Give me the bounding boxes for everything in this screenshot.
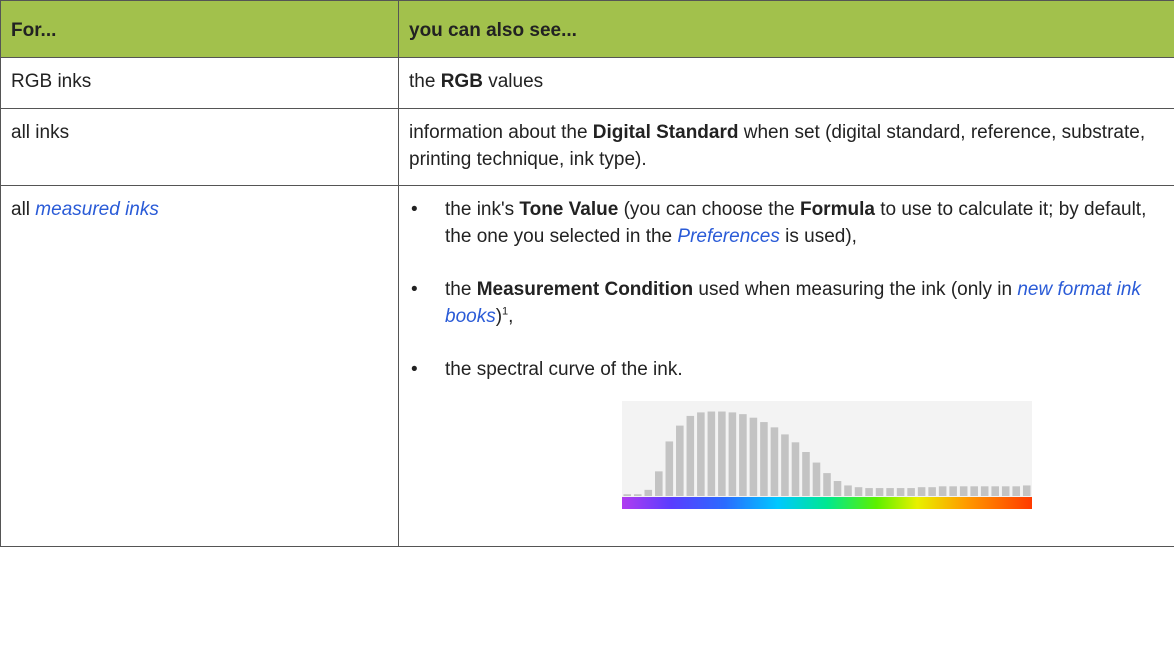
measured-inks-link[interactable]: measured inks (35, 199, 159, 220)
spectral-bar (791, 442, 800, 496)
spectral-bar (875, 488, 884, 496)
spectral-curve-chart (622, 401, 1032, 509)
list-item: • the Measurement Condition used when me… (409, 276, 1164, 330)
spectral-bar (1012, 486, 1021, 496)
bold-term-formula: Formula (799, 199, 875, 220)
spectral-bar (865, 488, 873, 496)
cell-all-inks: all inks (0, 108, 399, 186)
spectral-bar (917, 487, 926, 496)
spectral-bar (665, 441, 674, 496)
spectral-bar (707, 411, 716, 496)
cell-label: all inks (11, 122, 70, 143)
bullet-icon: • (411, 359, 418, 380)
spectral-bar (886, 488, 894, 496)
cell-measured-desc: • the ink's Tone Value (you can choose t… (398, 185, 1174, 547)
spectral-curve-svg (622, 411, 1032, 509)
spectral-bar (718, 411, 726, 496)
spectral-bar (802, 452, 810, 496)
spectral-bar (896, 488, 905, 496)
bold-term-rgb: RGB (440, 71, 483, 92)
list-item: • the ink's Tone Value (you can choose t… (409, 196, 1164, 250)
text: used when measuring the ink (only in (693, 279, 1018, 300)
cell-rgb-inks: RGB inks (0, 57, 399, 109)
spectral-bar (644, 489, 653, 496)
spectral-bar (676, 425, 684, 496)
preferences-link[interactable]: Preferences (677, 226, 779, 247)
header-see: you can also see... (398, 0, 1174, 58)
text: the spectral curve of the ink. (445, 359, 683, 380)
bold-term-measurement-condition: Measurement Condition (476, 279, 694, 300)
header-for-label: For... (11, 20, 57, 41)
cell-label: RGB inks (11, 71, 92, 92)
bold-term-digital-standard: Digital Standard (592, 122, 739, 143)
header-see-label: you can also see... (409, 20, 577, 41)
spectral-bar (938, 486, 947, 496)
spectrum-gradient-strip (622, 497, 1032, 509)
bars-group (623, 411, 1031, 496)
table-header-row: For... you can also see... (0, 0, 1174, 58)
bullet-icon: • (411, 199, 418, 220)
spectral-bar (833, 481, 842, 496)
cell-measured-inks: all measured inks (0, 185, 399, 547)
table-row: all inks information about the Digital S… (0, 108, 1174, 186)
text: all (11, 199, 36, 220)
cell-rgb-desc: the RGB values (398, 57, 1174, 109)
text: (you can choose the (618, 199, 800, 220)
spectral-bar (770, 427, 779, 496)
bullet-icon: • (411, 279, 418, 300)
table-row: RGB inks the RGB values (0, 57, 1174, 109)
text: the ink's (445, 199, 520, 220)
bold-term-tone-value: Tone Value (519, 199, 619, 220)
spectral-bar (949, 486, 957, 496)
spectral-bar (980, 486, 989, 496)
spectral-bar (760, 422, 768, 496)
spectral-bar (739, 414, 747, 496)
spectral-bar (844, 485, 852, 496)
list-item: • the spectral curve of the ink. (409, 356, 1164, 383)
spectral-bar (928, 487, 936, 496)
spectral-bar (749, 417, 758, 496)
text: the (445, 279, 477, 300)
spectral-bar (781, 434, 789, 496)
spectral-bar (959, 486, 968, 496)
spectral-bar (697, 412, 705, 496)
text: values (482, 71, 544, 92)
spectral-bar (623, 494, 632, 496)
spectral-bar (655, 471, 663, 496)
text: the (409, 71, 441, 92)
spectral-bar (728, 412, 737, 496)
spectral-bar (686, 415, 695, 496)
text: is used), (779, 226, 857, 247)
spectral-bar (970, 486, 978, 496)
header-for: For... (0, 0, 399, 58)
spectral-bar (1022, 485, 1031, 496)
spectral-bar (633, 494, 642, 496)
bullet-list: • the ink's Tone Value (you can choose t… (409, 196, 1164, 383)
spectral-bar (812, 462, 821, 496)
text: , (508, 306, 514, 327)
text: information about the (409, 122, 593, 143)
spectral-bar (1001, 486, 1010, 496)
spectral-bar (991, 486, 999, 496)
spectral-bar (854, 487, 863, 496)
spectral-bar (823, 473, 831, 496)
info-table: For... you can also see... RGB inks the … (0, 0, 1174, 547)
table-row: all measured inks • the ink's Tone Value… (0, 185, 1174, 547)
cell-all-desc: information about the Digital Standard w… (398, 108, 1174, 186)
spectral-bar (907, 488, 915, 496)
